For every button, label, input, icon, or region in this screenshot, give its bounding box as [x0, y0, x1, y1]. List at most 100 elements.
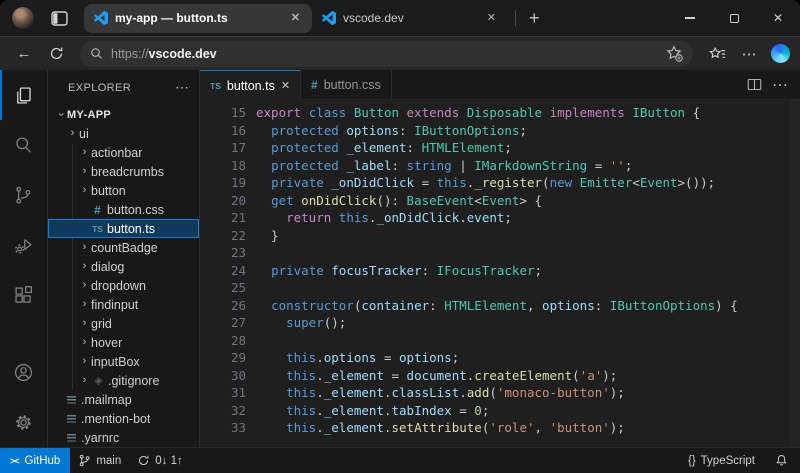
new-tab-button[interactable]: + — [523, 9, 546, 27]
vscode-main: EXPLORER ⋯ ›MY-APP›ui›actionbar›breadcru… — [0, 70, 800, 447]
explorer-header: EXPLORER ⋯ — [48, 70, 199, 105]
branch-indicator[interactable]: main — [70, 448, 129, 473]
settings-gear-button[interactable] — [0, 397, 47, 447]
tab-close-icon[interactable]: ✕ — [281, 79, 290, 92]
tree-item-actionbar[interactable]: ›actionbar — [48, 143, 199, 162]
branch-label: main — [96, 455, 121, 467]
editor-more-icon[interactable]: ⋯ — [772, 75, 788, 95]
code-text — [246, 279, 256, 297]
url-scheme: https:// — [111, 47, 149, 61]
close-button[interactable]: ✕ — [756, 0, 800, 36]
tree-item-countbadge[interactable]: ›countBadge — [48, 238, 199, 257]
activity-explorer-button[interactable] — [0, 70, 47, 120]
tree-item-button-css[interactable]: #button.css — [48, 200, 199, 219]
remote-indicator[interactable]: >< GitHub — [0, 448, 70, 473]
code-editor[interactable]: 15export class Button extends Disposable… — [200, 100, 800, 447]
editor-tab-button-css[interactable]: # button.css — [301, 70, 392, 99]
tree-item-ui[interactable]: ›ui — [48, 124, 199, 143]
tree-item-label: breadcrumbs — [91, 165, 164, 179]
copilot-icon[interactable] — [771, 44, 790, 63]
editor-scrollbar[interactable] — [790, 100, 800, 447]
chevron-icon: › — [78, 280, 91, 291]
run-debug-icon — [13, 235, 34, 256]
code-line: 25 — [200, 279, 800, 297]
tab-title: vscode.dev — [343, 11, 478, 25]
chevron-icon: › — [78, 337, 91, 348]
activity-source-control-button[interactable] — [0, 170, 47, 220]
tree-item--mailmap[interactable]: .mailmap — [48, 390, 199, 409]
statusbar-spacer — [191, 448, 680, 473]
remote-icon: >< — [10, 456, 19, 466]
code-line: 24 private focusTracker: IFocusTracker; — [200, 262, 800, 280]
tree-item-button-ts[interactable]: TSbutton.ts — [48, 219, 199, 238]
editor-actions: ⋯ — [747, 70, 800, 99]
refresh-button[interactable] — [42, 40, 70, 68]
line-number: 23 — [200, 244, 246, 262]
line-number: 19 — [200, 174, 246, 192]
tab-title: my-app — button.ts — [115, 11, 282, 25]
maximize-button[interactable] — [712, 0, 756, 36]
accounts-button[interactable] — [0, 347, 47, 397]
browser-tab-inactive[interactable]: vscode.dev ✕ — [312, 4, 508, 33]
code-line: 31 this._element.classList.add('monaco-b… — [200, 384, 800, 402]
language-indicator[interactable]: {} TypeScript — [680, 455, 763, 467]
split-editor-icon[interactable] — [747, 77, 762, 92]
browser-tab-active[interactable]: my-app — button.ts ✕ — [84, 4, 312, 33]
back-button[interactable]: ← — [10, 40, 38, 68]
tree-item-label: MY-APP — [67, 109, 111, 121]
line-number: 31 — [200, 384, 246, 402]
favorites-button[interactable] — [703, 40, 731, 68]
tab-close-icon[interactable]: ✕ — [485, 11, 498, 26]
url-text[interactable]: https://vscode.dev — [111, 47, 658, 61]
url-host: vscode.dev — [149, 47, 217, 61]
settings-more-button[interactable]: ⋯ — [735, 40, 763, 68]
tree-item-label: button.ts — [107, 222, 155, 236]
tree-item-findinput[interactable]: ›findinput — [48, 295, 199, 314]
tree-item-dropdown[interactable]: ›dropdown — [48, 276, 199, 295]
tab-actions-icon[interactable] — [44, 4, 74, 32]
refresh-icon — [49, 46, 64, 61]
tree-item-grid[interactable]: ›grid — [48, 314, 199, 333]
activity-extensions-button[interactable] — [0, 270, 47, 320]
explorer-title: EXPLORER — [68, 82, 175, 94]
minimize-button[interactable] — [668, 0, 712, 36]
tab-divider — [515, 10, 516, 26]
editor-tab-button-ts[interactable]: TS button.ts ✕ — [200, 70, 301, 100]
tree-item--yarnrc[interactable]: .yarnrc — [48, 428, 199, 447]
files-icon — [13, 85, 34, 106]
profile-avatar[interactable] — [12, 7, 34, 29]
typescript-file-icon: TS — [90, 224, 105, 234]
line-number: 15 — [200, 104, 246, 122]
tree-item-label: hover — [91, 336, 122, 350]
explorer-more-icon[interactable]: ⋯ — [175, 79, 189, 96]
workspaces-icon — [51, 11, 68, 26]
tree-item--mention-bot[interactable]: .mention-bot — [48, 409, 199, 428]
tree-item-breadcrumbs[interactable]: ›breadcrumbs — [48, 162, 199, 181]
code-line: 19 private _onDidClick = this._register(… — [200, 174, 800, 192]
tree-item--gitignore[interactable]: ›◈.gitignore — [48, 371, 199, 390]
tree-item-label: ui — [79, 127, 89, 141]
add-favorite-icon[interactable] — [666, 45, 683, 62]
sync-label: 0↓ 1↑ — [155, 455, 183, 467]
tree-item-my-app[interactable]: ›MY-APP — [48, 105, 199, 124]
address-bar[interactable]: https://vscode.dev — [80, 41, 693, 67]
code-text: return this._onDidClick.event; — [246, 209, 512, 227]
git-branch-icon — [78, 454, 91, 467]
tree-item-dialog[interactable]: ›dialog — [48, 257, 199, 276]
tree-item-hover[interactable]: ›hover — [48, 333, 199, 352]
code-text: this._element = document.createElement('… — [246, 367, 617, 385]
notifications-button[interactable] — [767, 454, 796, 467]
code-line: 28 — [200, 332, 800, 350]
sync-indicator[interactable]: 0↓ 1↑ — [129, 448, 191, 473]
brackets-icon: {} — [688, 455, 696, 467]
activity-run-debug-button[interactable] — [0, 220, 47, 270]
code-text: protected _element: HTMLElement; — [246, 139, 512, 157]
activity-search-button[interactable] — [0, 120, 47, 170]
chevron-icon: › — [66, 128, 79, 139]
tree-item-inputbox[interactable]: ›inputBox — [48, 352, 199, 371]
tree-item-button[interactable]: ›button — [48, 181, 199, 200]
status-bar: >< GitHub main 0↓ 1↑ — [0, 447, 800, 473]
window-controls: ✕ — [668, 0, 800, 36]
tab-close-icon[interactable]: ✕ — [289, 11, 302, 26]
code-text — [246, 332, 256, 350]
